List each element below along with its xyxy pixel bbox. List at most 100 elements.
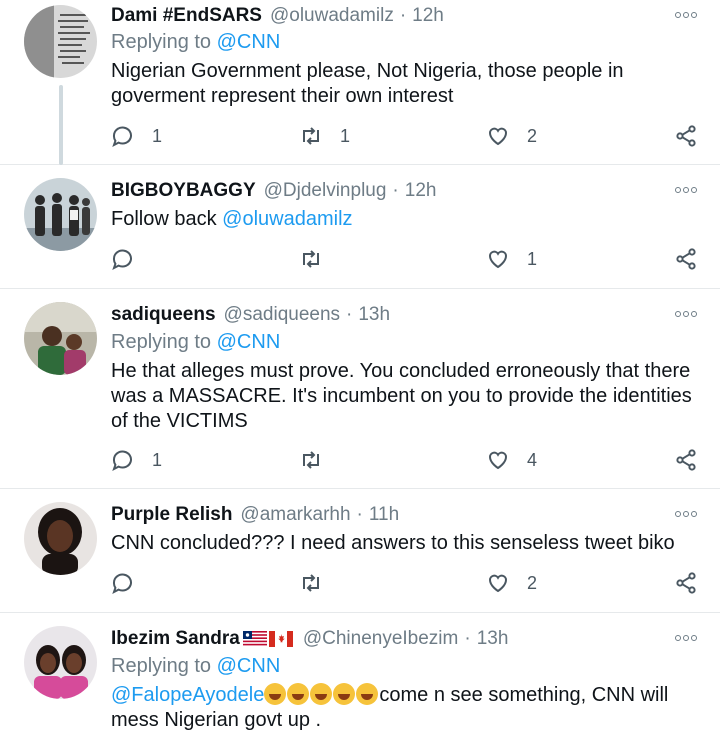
- user-avatar[interactable]: [24, 626, 97, 699]
- share-button[interactable]: [674, 244, 698, 274]
- action-bar: 2: [111, 568, 701, 598]
- thread-line: [59, 85, 63, 165]
- replying-label: Replying to: [111, 31, 212, 53]
- share-icon: [676, 248, 696, 270]
- user-handle[interactable]: @oluwadamilz: [270, 5, 394, 27]
- like-button[interactable]: 4: [486, 445, 537, 475]
- heart-icon: [488, 451, 508, 470]
- tweet-text-suffix: come n see something, CNN will: [379, 684, 669, 706]
- reply-button[interactable]: 1: [111, 121, 162, 151]
- rolling-laughing-emoji: [310, 683, 333, 705]
- canada-flag: [268, 631, 293, 647]
- separator: ·: [392, 180, 399, 201]
- replying-to: Replying to @CNN: [111, 655, 280, 678]
- heart-icon: [488, 574, 508, 593]
- rolling-laughing-emoji: [356, 683, 379, 705]
- separator: ·: [464, 628, 471, 649]
- timestamp[interactable]: 12h: [412, 5, 444, 27]
- tweet-text: Follow back @oluwadamilz: [111, 207, 711, 232]
- separator: ·: [346, 304, 353, 325]
- replying-label: Replying to: [111, 655, 212, 677]
- tweet-text-prefix: Follow back: [111, 208, 217, 230]
- reply-icon: [112, 450, 132, 472]
- tweet-item[interactable]: Ibezim Sandra @ChinenyeIbezim · 13h Repl…: [0, 613, 720, 753]
- more-options-icon[interactable]: [675, 633, 699, 643]
- retweet-button[interactable]: [299, 568, 340, 598]
- tweet-text-line: mess Nigerian govt up .: [111, 709, 322, 731]
- action-bar: 1: [111, 244, 701, 274]
- retweet-icon: [303, 574, 319, 592]
- display-name[interactable]: Purple Relish: [111, 504, 232, 526]
- timestamp[interactable]: 12h: [405, 180, 437, 202]
- tweet-item[interactable]: sadiqueens @sadiqueens · 13h Replying to…: [0, 289, 720, 489]
- avatar-portrait: [24, 502, 97, 575]
- user-avatar[interactable]: [24, 5, 97, 78]
- display-name[interactable]: Dami #EndSARS: [111, 5, 262, 27]
- user-handle[interactable]: @amarkarhh: [240, 504, 350, 526]
- liberia-flag: [242, 631, 267, 647]
- retweet-icon: [303, 250, 319, 268]
- timestamp[interactable]: 13h: [358, 304, 390, 326]
- tweet-text: He that alleges must prove. You conclude…: [111, 360, 692, 432]
- user-handle[interactable]: @Djdelvinplug: [264, 180, 387, 202]
- more-options-icon[interactable]: [675, 309, 699, 319]
- retweet-button[interactable]: [299, 445, 340, 475]
- display-name[interactable]: sadiqueens: [111, 304, 216, 326]
- user-avatar[interactable]: [24, 502, 97, 575]
- tweet-text: CNN concluded??? I need answers to this …: [111, 532, 675, 554]
- mention-link[interactable]: @oluwadamilz: [222, 208, 352, 230]
- share-icon: [676, 449, 696, 471]
- replying-label: Replying to: [111, 331, 212, 353]
- separator: ·: [356, 504, 363, 525]
- reply-button[interactable]: 1: [111, 445, 162, 475]
- replying-mention-link[interactable]: @CNN: [217, 331, 281, 353]
- retweet-count: 1: [340, 125, 351, 146]
- reply-button[interactable]: [111, 568, 152, 598]
- like-button[interactable]: 2: [486, 568, 537, 598]
- user-handle[interactable]: @ChinenyeIbezim: [303, 628, 459, 650]
- retweet-icon: [303, 127, 319, 145]
- timestamp[interactable]: 13h: [477, 628, 509, 650]
- mention-link[interactable]: @FalopeAyodele: [111, 684, 264, 706]
- more-options-icon[interactable]: [675, 509, 699, 519]
- share-button[interactable]: [674, 121, 698, 151]
- retweet-button[interactable]: [299, 244, 340, 274]
- like-button[interactable]: 2: [486, 121, 537, 151]
- share-icon: [676, 125, 696, 147]
- tweet-header: sadiqueens @sadiqueens · 13h: [111, 300, 390, 330]
- tweet-item[interactable]: BIGBOYBAGGY @Djdelvinplug · 12h Follow b…: [0, 165, 720, 289]
- user-avatar[interactable]: [24, 178, 97, 251]
- avatar-text-image: [24, 5, 97, 78]
- timestamp[interactable]: 11h: [369, 504, 399, 526]
- share-button[interactable]: [674, 568, 698, 598]
- share-button[interactable]: [674, 445, 698, 475]
- action-bar: 1 1 2: [111, 121, 701, 151]
- retweet-icon: [303, 451, 319, 469]
- tweet-header: Purple Relish @amarkarhh · 11h: [111, 500, 399, 530]
- more-options-icon[interactable]: [675, 10, 699, 20]
- display-name[interactable]: Ibezim Sandra: [111, 628, 240, 650]
- avatar-group-photo: [24, 178, 97, 251]
- replying-mention-link[interactable]: @CNN: [217, 31, 281, 53]
- like-count: 1: [527, 248, 538, 269]
- tweet-item[interactable]: Dami #EndSARS @oluwadamilz · 12h Replyin…: [0, 0, 720, 165]
- grinning-sweat-emoji: [287, 683, 310, 705]
- user-avatar[interactable]: [24, 302, 97, 375]
- user-handle[interactable]: @sadiqueens: [224, 304, 340, 326]
- separator: ·: [399, 5, 407, 26]
- replying-to: Replying to @CNN: [111, 331, 280, 354]
- tweet-text-line: @FalopeAyodele come n see something, CNN …: [111, 683, 711, 708]
- reply-count: 1: [152, 449, 163, 470]
- avatar-two-women: [24, 626, 97, 699]
- like-count: 2: [527, 125, 538, 146]
- reply-icon: [112, 573, 132, 595]
- grinning-sweat-emoji: [333, 683, 356, 705]
- tweet-item[interactable]: Purple Relish @amarkarhh · 11h CNN concl…: [0, 489, 720, 613]
- like-button[interactable]: 1: [486, 244, 537, 274]
- display-name[interactable]: BIGBOYBAGGY: [111, 180, 256, 202]
- rolling-laughing-emoji: [264, 683, 287, 705]
- replying-mention-link[interactable]: @CNN: [217, 655, 281, 677]
- more-options-icon[interactable]: [675, 185, 699, 195]
- retweet-button[interactable]: 1: [299, 121, 350, 151]
- reply-button[interactable]: [111, 244, 152, 274]
